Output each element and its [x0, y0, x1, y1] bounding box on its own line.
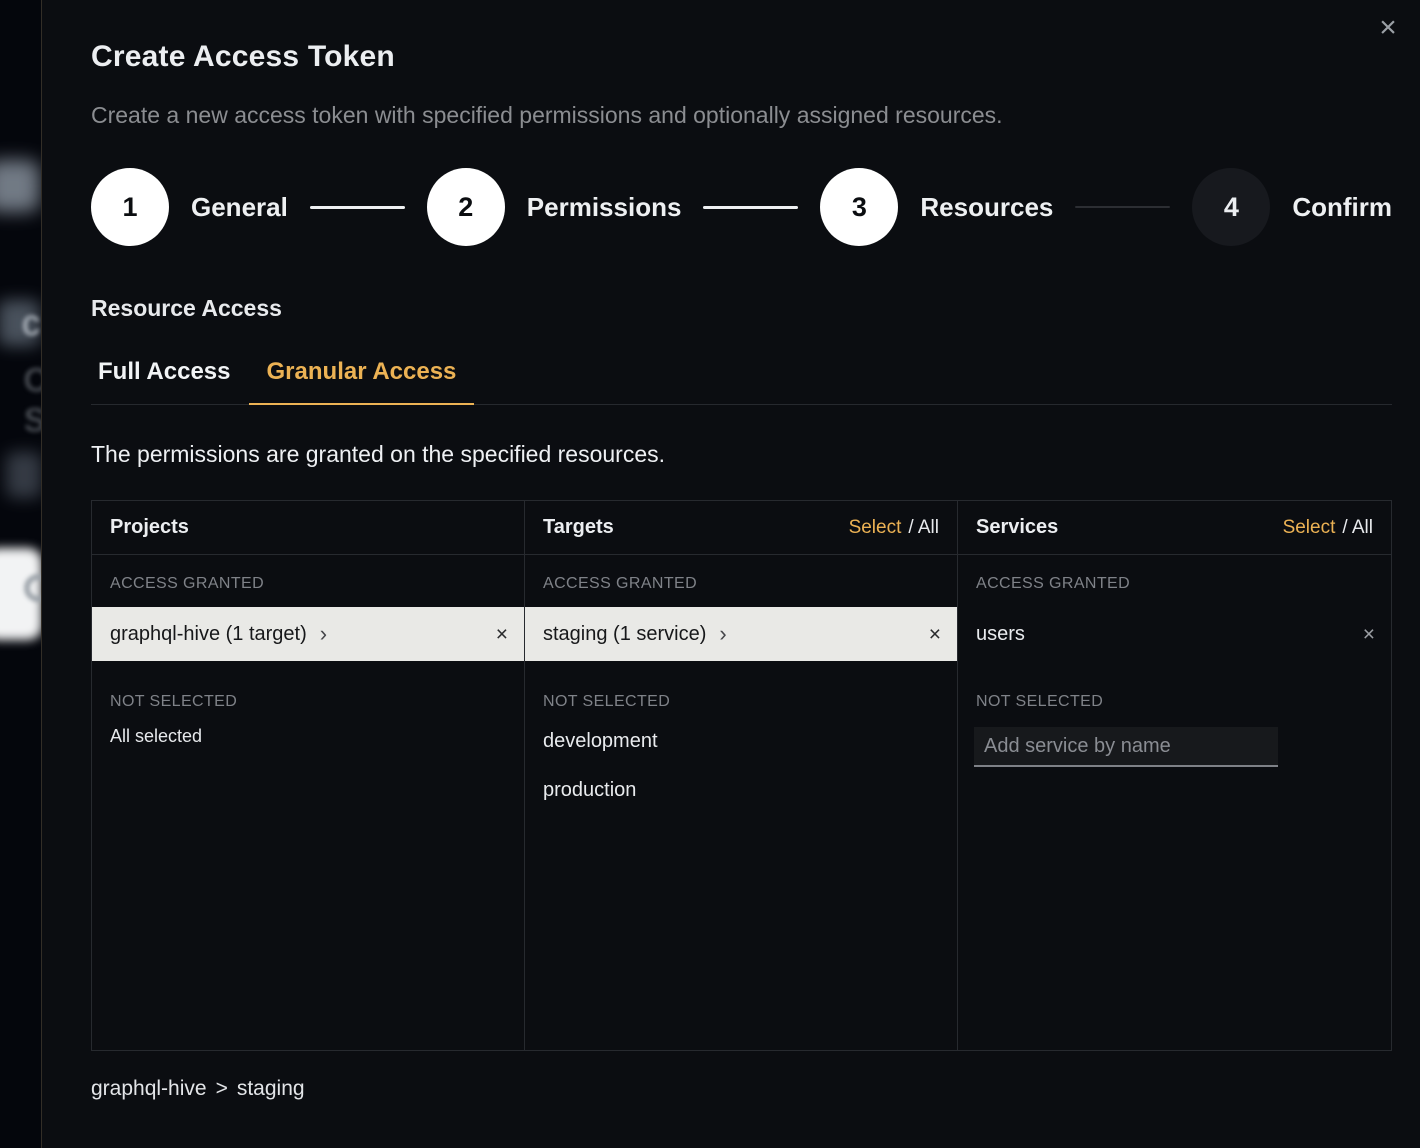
- target-item-development[interactable]: development: [525, 717, 957, 766]
- backdrop-text-fragment: O: [24, 362, 41, 399]
- not-selected-label: NOT SELECTED: [92, 661, 524, 717]
- backdrop-blob: [0, 160, 40, 212]
- not-selected-label: NOT SELECTED: [525, 661, 957, 717]
- resource-access-heading: Resource Access: [91, 295, 1392, 322]
- create-access-token-modal: × Create Access Token Create a new acces…: [41, 0, 1420, 1148]
- services-select-all-link[interactable]: / All: [1342, 517, 1373, 539]
- resource-selection-table: Projects ACCESS GRANTED graphql-hive (1 …: [91, 500, 1392, 1051]
- step-label: Resources: [920, 192, 1053, 223]
- projects-column: Projects ACCESS GRANTED graphql-hive (1 …: [92, 501, 525, 1050]
- step-circle: 4: [1192, 168, 1270, 246]
- all-selected-note: All selected: [92, 717, 524, 756]
- step-label: Permissions: [527, 192, 682, 223]
- breadcrumb-project: graphql-hive: [91, 1077, 207, 1101]
- step-connector: [310, 206, 405, 209]
- targets-column: Targets Select / All ACCESS GRANTED stag…: [525, 501, 958, 1050]
- modal-subtitle: Create a new access token with specified…: [91, 102, 1392, 129]
- breadcrumb-separator: >: [216, 1077, 228, 1101]
- access-granted-label: ACCESS GRANTED: [525, 555, 957, 607]
- granted-target-row[interactable]: staging (1 service) › ×: [525, 607, 957, 661]
- granted-target-name: staging (1 service): [543, 623, 706, 646]
- projects-column-header: Projects: [92, 501, 524, 555]
- tab-granular-access[interactable]: Granular Access: [249, 348, 475, 405]
- access-mode-tabs: Full Access Granular Access: [91, 348, 1392, 405]
- services-select-link[interactable]: Select: [1283, 517, 1336, 539]
- step-connector: [1075, 206, 1170, 208]
- step-connector: [703, 206, 798, 209]
- access-granted-label: ACCESS GRANTED: [92, 555, 524, 607]
- target-item-production[interactable]: production: [525, 766, 957, 815]
- not-selected-label: NOT SELECTED: [958, 661, 1391, 717]
- remove-project-icon[interactable]: ×: [496, 624, 508, 645]
- backdrop-text-fragment: c: [22, 302, 40, 344]
- step-confirm[interactable]: 4 Confirm: [1192, 168, 1392, 246]
- close-icon[interactable]: ×: [1370, 10, 1406, 46]
- targets-select-links: Select / All: [849, 517, 939, 539]
- step-circle: 2: [427, 168, 505, 246]
- step-resources[interactable]: 3 Resources: [820, 168, 1053, 246]
- add-service-input[interactable]: [974, 727, 1278, 767]
- tab-full-access[interactable]: Full Access: [80, 348, 249, 405]
- step-label: Confirm: [1292, 192, 1392, 223]
- column-title: Services: [976, 516, 1058, 539]
- chevron-right-icon: ›: [719, 623, 726, 645]
- granted-project-row[interactable]: graphql-hive (1 target) › ×: [92, 607, 524, 661]
- step-label: General: [191, 192, 288, 223]
- permissions-description: The permissions are granted on the speci…: [91, 441, 1392, 468]
- chevron-right-icon: ›: [320, 623, 327, 645]
- remove-target-icon[interactable]: ×: [929, 624, 941, 645]
- remove-service-icon[interactable]: ×: [1363, 624, 1375, 645]
- step-circle: 3: [820, 168, 898, 246]
- page-backdrop: c O S: [0, 0, 41, 1148]
- step-permissions[interactable]: 2 Permissions: [427, 168, 682, 246]
- step-general[interactable]: 1 General: [91, 168, 288, 246]
- targets-select-link[interactable]: Select: [849, 517, 902, 539]
- targets-column-header: Targets Select / All: [525, 501, 957, 555]
- granted-service-row[interactable]: users ×: [958, 607, 1391, 661]
- column-title: Projects: [110, 516, 189, 539]
- granted-project-name: graphql-hive (1 target): [110, 623, 307, 646]
- column-title: Targets: [543, 516, 614, 539]
- services-column: Services Select / All ACCESS GRANTED use…: [958, 501, 1391, 1050]
- breadcrumb: graphql-hive > staging: [91, 1077, 1392, 1101]
- backdrop-text-fragment: S: [24, 402, 41, 439]
- services-select-links: Select / All: [1283, 517, 1373, 539]
- breadcrumb-target: staging: [237, 1077, 305, 1101]
- granted-service-name: users: [976, 623, 1025, 646]
- backdrop-blob: [6, 452, 41, 498]
- access-granted-label: ACCESS GRANTED: [958, 555, 1391, 607]
- step-circle: 1: [91, 168, 169, 246]
- services-column-header: Services Select / All: [958, 501, 1391, 555]
- targets-select-all-link[interactable]: / All: [908, 517, 939, 539]
- modal-title: Create Access Token: [91, 40, 1392, 74]
- stepper: 1 General 2 Permissions 3 Resources 4 Co…: [91, 167, 1392, 247]
